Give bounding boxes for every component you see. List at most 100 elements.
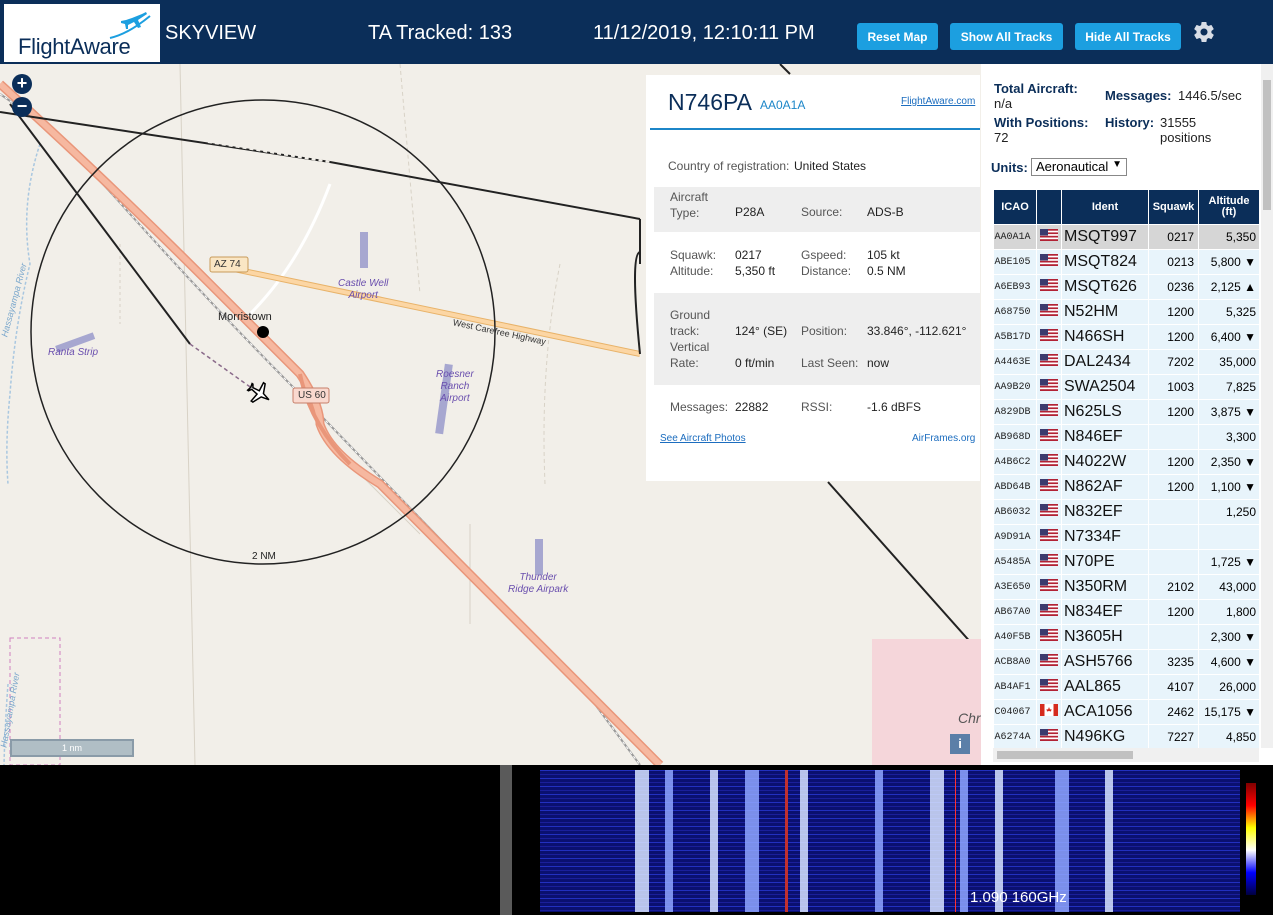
gspeed-value: 105 kt [867,248,900,262]
splitter[interactable] [500,765,512,915]
table-row[interactable]: ABE105 MSQT824 0213 5,800 ▼ [993,249,1259,275]
table-row[interactable]: A3E650 N350RM 2102 43,000 [993,574,1259,600]
table-row[interactable]: A5485A N70PE 1,725 ▼ [993,549,1259,575]
table-row[interactable]: ABD64B N862AF 1200 1,100 ▼ [993,474,1259,500]
table-row[interactable]: A40F5B N3605H 2,300 ▼ [993,624,1259,650]
squawk-cell [1148,624,1199,650]
ident-cell: N466SH [1061,324,1149,350]
distance-value: 0.5 NM [867,264,906,278]
flightaware-link[interactable]: FlightAware.com [901,96,975,107]
lastseen-label: Last Seen: [801,356,859,370]
signal-band [875,770,883,912]
squawk-cell: 4107 [1148,674,1199,700]
vertical-scrollbar[interactable] [1261,64,1273,748]
gear-icon[interactable] [1192,20,1216,44]
vrate-label: Vertical Rate: [670,340,710,370]
table-row[interactable]: AB6032 N832EF 1,250 [993,499,1259,525]
signal-band [800,770,808,912]
aircraft-info-panel: N746PA AA0A1A FlightAware.com Country of… [646,75,980,481]
aircraft-photos-link[interactable]: See Aircraft Photos [660,433,746,444]
aircraft-registration: N746PA [668,89,752,115]
table-row[interactable]: A5B17D N466SH 1200 6,400 ▼ [993,324,1259,350]
ident-cell: N350RM [1061,574,1149,600]
squawk-cell: 7227 [1148,724,1199,749]
icao-cell: AB968D [993,424,1037,450]
table-row[interactable]: A68750 N52HM 1200 5,325 [993,299,1259,325]
column-header-squawk[interactable]: Squawk [1148,189,1199,225]
table-row[interactable]: AA9B20 SWA2504 1003 7,825 [993,374,1259,400]
reset-map-button[interactable]: Reset Map [857,23,938,50]
plane-logo-icon [109,12,151,39]
altitude-cell: 6,400 ▼ [1198,324,1259,350]
us-flag-icon [1036,474,1062,500]
table-row[interactable]: A9D91A N7334F [993,524,1259,550]
table-row[interactable]: AA0A1A MSQT997 0217 5,350 [993,224,1259,250]
table-row[interactable]: A829DB N625LS 1200 3,875 ▼ [993,399,1259,425]
squawk-cell: 2102 [1148,574,1199,600]
signal-band [745,770,759,912]
table-row[interactable]: A6274A N496KG 7227 4,850 [993,724,1259,749]
squawk-cell: 0213 [1148,249,1199,275]
position-label: Position: [801,324,848,338]
track-value: 124° (SE) [735,324,788,338]
aircraft-table: ICAO Ident Squawk Altitude (ft) AA0A1A MS… [993,189,1259,749]
aircraft-marker-icon [246,381,270,404]
squawk-cell: 0236 [1148,274,1199,300]
zoom-out-button[interactable]: − [12,97,32,117]
horizontal-scrollbar[interactable] [993,748,1259,762]
zoom-in-button[interactable]: + [12,74,32,94]
signal-band [930,770,944,912]
table-row[interactable]: ACB8A0 ASH5766 3235 4,600 ▼ [993,649,1259,675]
icao-cell: A6EB93 [993,274,1037,300]
show-all-tracks-button[interactable]: Show All Tracks [950,23,1063,50]
us60-label: US 60 [298,390,326,401]
column-header-icao[interactable]: ICAO [993,189,1037,225]
column-header-altitude[interactable]: Altitude (ft) [1198,189,1259,225]
icao-cell: A9D91A [993,524,1037,550]
us-flag-icon [1036,299,1062,325]
table-row[interactable]: A4B6C2 N4022W 1200 2,350 ▼ [993,449,1259,475]
airframes-link[interactable]: AirFrames.org [912,433,975,444]
gspeed-label: Gspeed: [801,248,847,262]
table-row[interactable]: AB67A0 N834EF 1200 1,800 [993,599,1259,625]
altitude-cell: 5,350 [1198,224,1259,250]
us-flag-icon [1036,624,1062,650]
info-icon[interactable]: i [950,734,970,754]
messages-value: 22882 [735,400,769,414]
column-header-ident[interactable]: Ident [1061,189,1149,225]
icao-cell: A6274A [993,724,1037,749]
icao-cell: A4B6C2 [993,449,1037,475]
signal-band [1105,770,1113,912]
units-label: Units: [991,160,1028,175]
table-row[interactable]: A4463E DAL2434 7202 35,000 [993,349,1259,375]
country-value: United States [794,159,867,173]
altitude-cell: 4,600 ▼ [1198,649,1259,675]
us-flag-icon [1036,524,1062,550]
scroll-thumb[interactable] [1263,80,1271,210]
range-ring-label: 2 NM [252,551,276,562]
history-label: History: [1105,115,1155,130]
altitude-value: 5,350 ft [735,264,776,278]
units-select[interactable]: Aeronautical ▼ [1031,158,1127,176]
flightaware-logo[interactable]: FlightAware [4,4,160,62]
table-body: AA0A1A MSQT997 0217 5,350 ABE105 MSQT824 0213 5… [993,224,1259,749]
column-header-flag[interactable] [1036,189,1062,225]
altitude-cell: 1,100 ▼ [1198,474,1259,500]
altitude-cell: 26,000 [1198,674,1259,700]
icao-cell: A4463E [993,349,1037,375]
squawk-cell: 1200 [1148,324,1199,350]
squawk-cell: 1200 [1148,599,1199,625]
ident-cell: MSQT626 [1061,274,1149,300]
altitude-cell: 7,825 [1198,374,1259,400]
table-row[interactable]: AB968D N846EF 3,300 [993,424,1259,450]
ident-cell: N70PE [1061,549,1149,575]
us-flag-icon [1036,424,1062,450]
us-flag-icon [1036,324,1062,350]
table-row[interactable]: A6EB93 MSQT626 0236 2,125 ▲ [993,274,1259,300]
table-row[interactable]: C04067 ACA1056 2462 15,175 ▼ [993,699,1259,725]
vrate-value: 0 ft/min [735,356,775,370]
scroll-thumb[interactable] [997,751,1133,759]
icao-cell: AB6032 [993,499,1037,525]
hide-all-tracks-button[interactable]: Hide All Tracks [1075,23,1181,50]
table-row[interactable]: AB4AF1 AAL865 4107 26,000 [993,674,1259,700]
